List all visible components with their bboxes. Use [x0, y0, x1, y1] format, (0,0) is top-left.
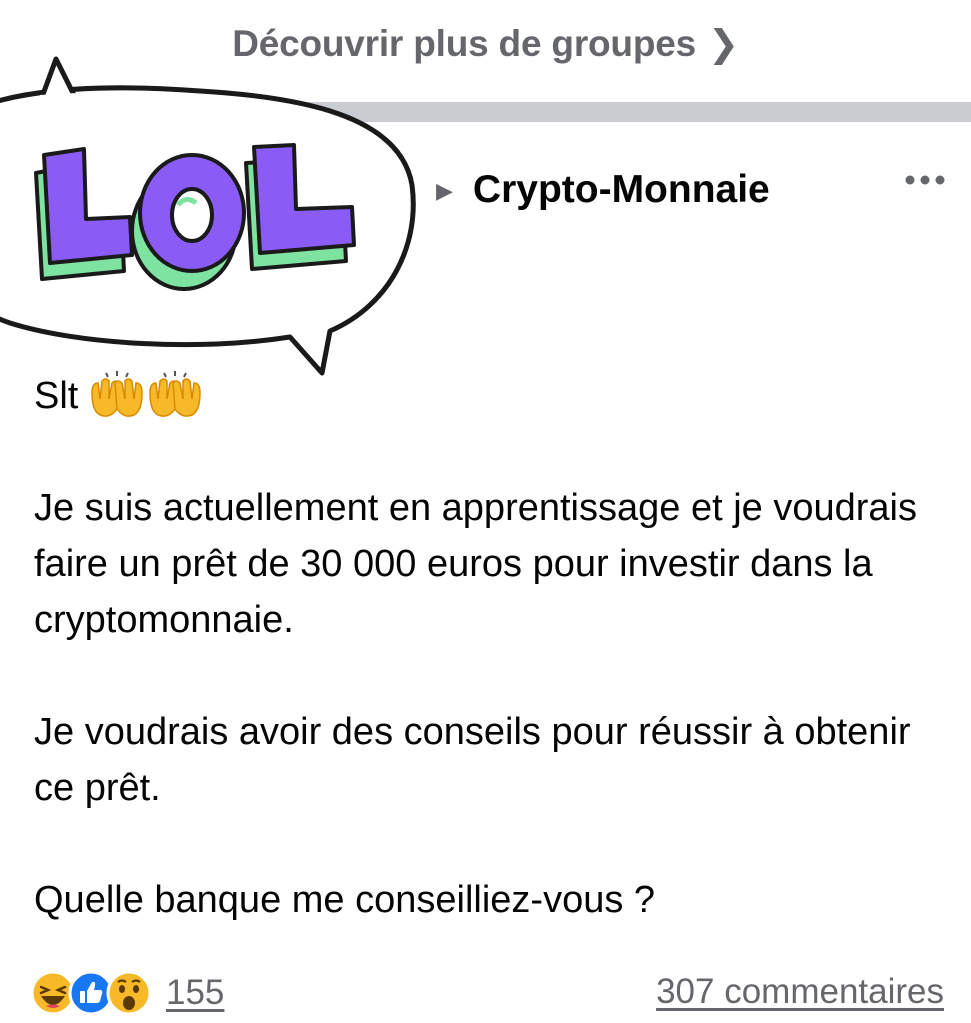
post-screen: Découvrir plus de groupes ❯ ▶ Crypto-Mon…	[0, 0, 971, 1023]
more-horizontal-icon	[905, 175, 945, 185]
reaction-icons	[30, 970, 152, 1016]
lol-sticker	[0, 55, 430, 385]
post-paragraph-2: Je voudrais avoir des conseils pour réus…	[34, 711, 911, 809]
post-greeting: Slt	[34, 368, 944, 424]
raising-hands-emoji	[88, 369, 204, 423]
reaction-count[interactable]: 155	[166, 973, 224, 1013]
lol-speech-bubble-icon	[0, 56, 416, 376]
greeting-text: Slt	[34, 375, 79, 417]
post-paragraph-3: Quelle banque me conseilliez-vous ?	[34, 879, 656, 921]
post-body: Slt Je suis actuellement en apprentissag…	[34, 368, 944, 928]
post-footer: 155 307 commentaires	[30, 970, 944, 1022]
wow-reaction-icon	[106, 970, 152, 1016]
triangle-right-icon: ▶	[436, 178, 453, 203]
chevron-right-icon: ❯	[707, 23, 739, 64]
post-paragraph-1: Je suis actuellement en apprentissage et…	[34, 487, 917, 641]
comments-count-link[interactable]: 307 commentaires	[656, 972, 944, 1012]
reactions-summary[interactable]: 155	[30, 970, 224, 1016]
group-name-link[interactable]: Crypto-Monnaie	[473, 168, 770, 212]
group-header: ▶ Crypto-Monnaie	[436, 168, 770, 212]
more-options-button[interactable]	[898, 166, 956, 196]
